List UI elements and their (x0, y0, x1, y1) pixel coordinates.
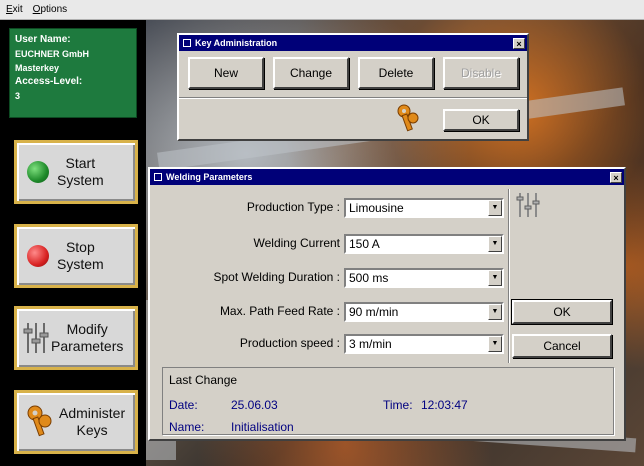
name-label: Name: (169, 420, 205, 434)
divider (508, 189, 510, 363)
production-speed-value: 3 m/min (349, 337, 392, 351)
time-label: Time: (383, 398, 413, 412)
welding-cancel-button[interactable]: Cancel (512, 334, 612, 358)
administer-keys-button[interactable]: Administer Keys (14, 390, 138, 454)
new-key-button[interactable]: New (188, 57, 264, 89)
modify-parameters-button[interactable]: Modify Parameters (14, 306, 138, 370)
start-label-1: Start (65, 155, 96, 171)
spot-welding-duration-select[interactable]: 500 ms ▼ (344, 268, 504, 288)
start-system-button[interactable]: Start System (14, 140, 138, 204)
name-value: Initialisation (231, 420, 294, 434)
date-label: Date: (169, 398, 198, 412)
max-path-feed-rate-select[interactable]: 90 m/min ▼ (344, 302, 504, 322)
stop-label-2: System (57, 256, 104, 272)
modify-label-1: Modify (66, 321, 108, 337)
stop-system-button[interactable]: Stop System (14, 224, 138, 288)
chevron-down-icon[interactable]: ▼ (488, 336, 502, 352)
access-level-value: 3 (15, 91, 21, 101)
spot-welding-duration-label: Spot Welding Duration : (213, 270, 340, 284)
menu-exit[interactable]: Exit (6, 4, 23, 15)
user-name-value: EUCHNER GmbH Masterkey (15, 49, 90, 73)
delete-key-button[interactable]: Delete (358, 57, 434, 89)
key-icon (27, 405, 52, 437)
production-type-label: Production Type : (246, 200, 340, 214)
change-key-button[interactable]: Change (273, 57, 349, 89)
sliders-icon (23, 323, 49, 353)
menu-options[interactable]: Options (33, 4, 67, 15)
user-name-label: User Name: (15, 34, 71, 45)
modify-label-2: Parameters (51, 338, 124, 354)
red-led-icon (27, 245, 49, 267)
key-icon (397, 104, 419, 132)
time-value: 12:03:47 (421, 398, 468, 412)
spot-welding-duration-value: 500 ms (349, 271, 389, 285)
close-icon[interactable]: × (610, 171, 622, 183)
production-type-select[interactable]: Limousine ▼ (344, 198, 504, 218)
date-value: 25.06.03 (231, 398, 278, 412)
key-admin-ok-button[interactable]: OK (443, 109, 519, 131)
production-type-value: Limousine (349, 201, 404, 215)
keys-label-2: Keys (76, 422, 108, 438)
last-change-group: Last Change Date: 25.06.03 Time: 12:03:4… (162, 367, 614, 435)
last-change-heading: Last Change (169, 373, 238, 387)
divider (179, 97, 527, 99)
key-admin-title: Key Administration (195, 38, 278, 48)
keys-label-1: Administer (59, 405, 126, 421)
chevron-down-icon[interactable]: ▼ (488, 236, 502, 252)
welding-current-value: 150 A (349, 237, 380, 251)
stop-label-1: Stop (65, 239, 95, 255)
key-administration-dialog: Key Administration × New Change Delete D… (177, 33, 529, 141)
start-label-2: System (57, 172, 104, 188)
chevron-down-icon[interactable]: ▼ (488, 270, 502, 286)
key-admin-titlebar: Key Administration × (179, 35, 527, 51)
chevron-down-icon[interactable]: ▼ (488, 200, 502, 216)
menu-bar: Exit Options (0, 0, 644, 20)
window-icon (183, 39, 191, 47)
access-level-label: Access-Level: (15, 76, 83, 87)
sliders-icon (516, 193, 540, 217)
max-path-feed-rate-label: Max. Path Feed Rate : (219, 304, 340, 318)
welding-current-select[interactable]: 150 A ▼ (344, 234, 504, 254)
production-speed-label: Production speed : (239, 336, 340, 350)
disable-key-button: Disable (443, 57, 519, 89)
welding-current-label: Welding Current (253, 236, 340, 250)
welding-parameters-dialog: Welding Parameters × Production Type : W… (148, 167, 626, 441)
chevron-down-icon[interactable]: ▼ (488, 304, 502, 320)
production-speed-select[interactable]: 3 m/min ▼ (344, 334, 504, 354)
welding-ok-button[interactable]: OK (511, 299, 613, 325)
green-led-icon (27, 161, 49, 183)
close-icon[interactable]: × (513, 37, 525, 49)
max-path-feed-rate-value: 90 m/min (349, 305, 399, 319)
user-info-panel: User Name: EUCHNER GmbH Masterkey Access… (9, 28, 137, 118)
